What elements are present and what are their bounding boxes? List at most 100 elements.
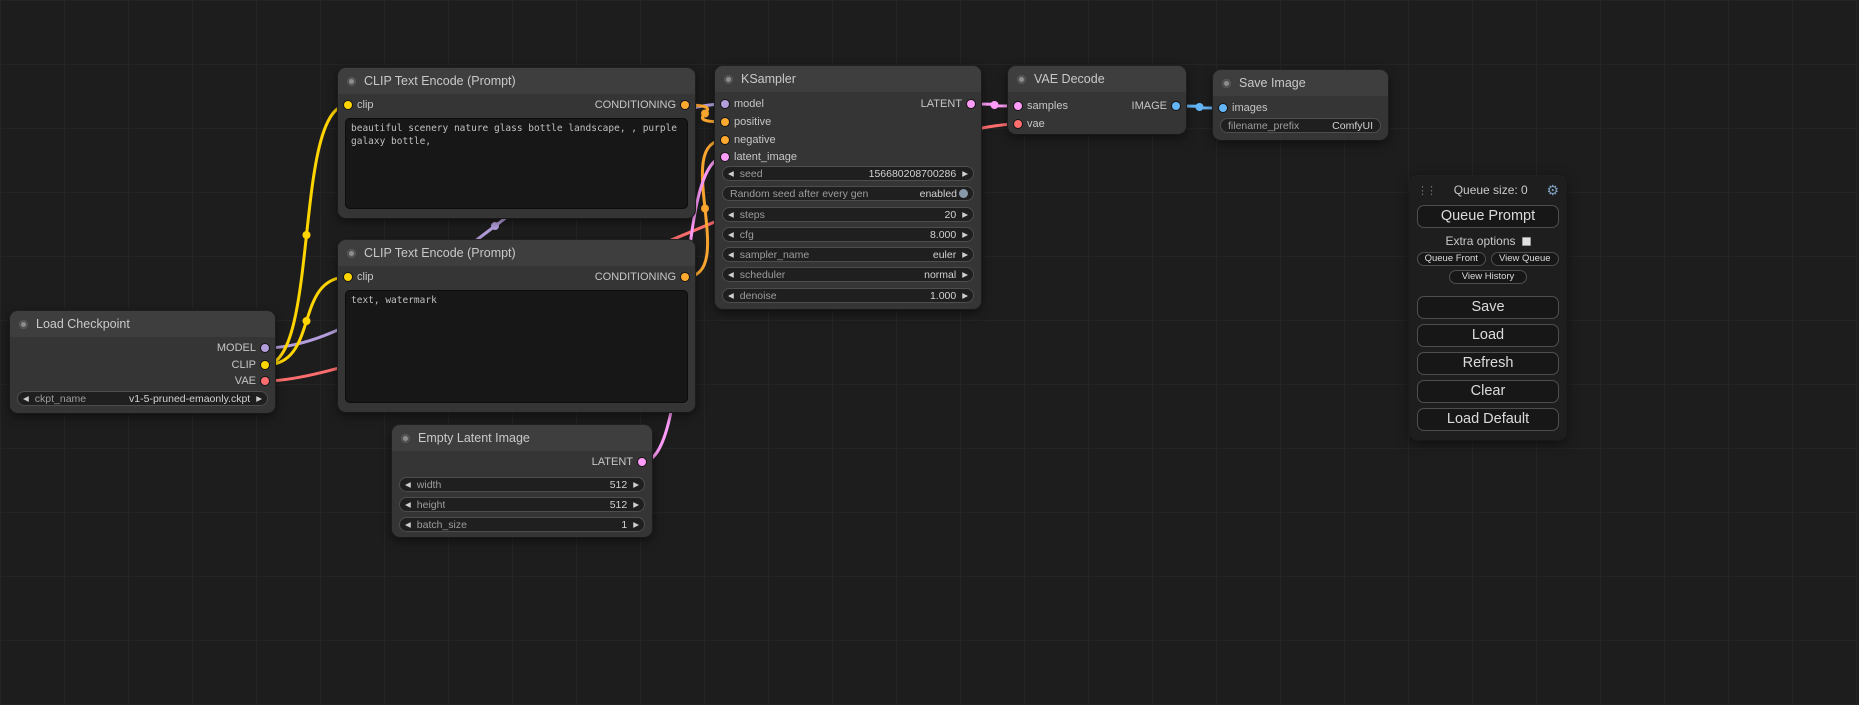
node-save-image[interactable]: Save Image images filename_prefix ComfyU… — [1213, 70, 1388, 140]
input-slot-positive[interactable]: positive — [721, 114, 771, 130]
input-slot-samples[interactable]: samples — [1014, 98, 1068, 114]
load-button[interactable]: Load — [1417, 324, 1559, 347]
latent-slot-dot[interactable] — [721, 153, 729, 161]
node-title-bar[interactable]: KSampler — [715, 66, 981, 92]
drag-handle-icon[interactable]: ⋮⋮ — [1417, 184, 1435, 197]
input-slot-latent-image[interactable]: latent_image — [721, 149, 797, 165]
left-arrow-icon[interactable]: ◀ — [23, 395, 29, 403]
output-slot-clip[interactable]: CLIP — [232, 357, 269, 373]
left-arrow-icon[interactable]: ◀ — [728, 231, 734, 239]
widget-denoise[interactable]: ◀ denoise 1.000 ▶ — [722, 288, 974, 303]
node-load-checkpoint[interactable]: Load Checkpoint MODEL CLIP VAE ◀ ckpt_na… — [10, 311, 275, 413]
image-slot-dot[interactable] — [1172, 102, 1180, 110]
graph-canvas[interactable]: Load Checkpoint MODEL CLIP VAE ◀ ckpt_na… — [0, 0, 1859, 705]
output-slot-image[interactable]: IMAGE — [1132, 98, 1180, 114]
queue-front-button[interactable]: Queue Front — [1417, 252, 1486, 266]
toggle-knob-icon[interactable] — [959, 189, 968, 198]
clear-button[interactable]: Clear — [1417, 380, 1559, 403]
clip-slot-dot[interactable] — [261, 361, 269, 369]
input-slot-negative[interactable]: negative — [721, 132, 776, 148]
right-arrow-icon[interactable]: ▶ — [962, 292, 968, 300]
collapse-toggle-icon[interactable] — [347, 249, 356, 258]
widget-width[interactable]: ◀ width 512 ▶ — [399, 477, 645, 492]
right-arrow-icon[interactable]: ▶ — [962, 271, 968, 279]
left-arrow-icon[interactable]: ◀ — [728, 211, 734, 219]
widget-cfg[interactable]: ◀ cfg 8.000 ▶ — [722, 227, 974, 242]
vae-slot-dot[interactable] — [261, 377, 269, 385]
left-arrow-icon[interactable]: ◀ — [405, 521, 411, 529]
conditioning-slot-dot[interactable] — [721, 118, 729, 126]
right-arrow-icon[interactable]: ▶ — [962, 231, 968, 239]
widget-scheduler[interactable]: ◀ scheduler normal ▶ — [722, 267, 974, 282]
collapse-toggle-icon[interactable] — [1222, 79, 1231, 88]
save-button[interactable]: Save — [1417, 296, 1559, 319]
widget-height[interactable]: ◀ height 512 ▶ — [399, 497, 645, 512]
node-vae-decode[interactable]: VAE Decode samples IMAGE vae — [1008, 66, 1186, 134]
conditioning-slot-dot[interactable] — [681, 101, 689, 109]
conditioning-slot-dot[interactable] — [681, 273, 689, 281]
settings-gear-icon[interactable]: ⚙ — [1546, 183, 1559, 197]
output-slot-conditioning[interactable]: CONDITIONING — [595, 97, 689, 113]
prompt-textarea[interactable]: beautiful scenery nature glass bottle la… — [345, 118, 688, 209]
node-title-bar[interactable]: CLIP Text Encode (Prompt) — [338, 68, 695, 94]
right-arrow-icon[interactable]: ▶ — [962, 211, 968, 219]
left-arrow-icon[interactable]: ◀ — [728, 170, 734, 178]
right-arrow-icon[interactable]: ▶ — [962, 170, 968, 178]
output-slot-conditioning[interactable]: CONDITIONING — [595, 269, 689, 285]
left-arrow-icon[interactable]: ◀ — [405, 481, 411, 489]
collapse-toggle-icon[interactable] — [1017, 75, 1026, 84]
view-history-button[interactable]: View History — [1449, 270, 1527, 284]
queue-prompt-button[interactable]: Queue Prompt — [1417, 205, 1559, 228]
right-arrow-icon[interactable]: ▶ — [633, 521, 639, 529]
latent-slot-dot[interactable] — [1014, 102, 1022, 110]
input-slot-vae[interactable]: vae — [1014, 116, 1045, 132]
collapse-toggle-icon[interactable] — [19, 320, 28, 329]
load-default-button[interactable]: Load Default — [1417, 408, 1559, 431]
node-title-bar[interactable]: Empty Latent Image — [392, 425, 652, 451]
output-slot-latent[interactable]: LATENT — [921, 96, 975, 112]
left-arrow-icon[interactable]: ◀ — [728, 251, 734, 259]
clip-slot-dot[interactable] — [344, 273, 352, 281]
refresh-button[interactable]: Refresh — [1417, 352, 1559, 375]
clip-slot-dot[interactable] — [344, 101, 352, 109]
node-title-bar[interactable]: Load Checkpoint — [10, 311, 275, 337]
output-slot-latent[interactable]: LATENT — [592, 454, 646, 470]
prompt-textarea[interactable]: text, watermark — [345, 290, 688, 403]
model-slot-dot[interactable] — [721, 100, 729, 108]
left-arrow-icon[interactable]: ◀ — [405, 501, 411, 509]
right-arrow-icon[interactable]: ▶ — [633, 481, 639, 489]
input-slot-model[interactable]: model — [721, 96, 764, 112]
node-clip-text-encode-negative[interactable]: CLIP Text Encode (Prompt) clip CONDITION… — [338, 240, 695, 412]
extra-options-checkbox[interactable] — [1522, 237, 1531, 246]
right-arrow-icon[interactable]: ▶ — [633, 501, 639, 509]
input-slot-images[interactable]: images — [1219, 100, 1267, 116]
collapse-toggle-icon[interactable] — [724, 75, 733, 84]
widget-filename-prefix[interactable]: filename_prefix ComfyUI — [1220, 118, 1381, 133]
view-queue-button[interactable]: View Queue — [1491, 252, 1560, 266]
image-slot-dot[interactable] — [1219, 104, 1227, 112]
node-ksampler[interactable]: KSampler model LATENT positive negative … — [715, 66, 981, 309]
widget-steps[interactable]: ◀ steps 20 ▶ — [722, 207, 974, 222]
node-empty-latent-image[interactable]: Empty Latent Image LATENT ◀ width 512 ▶ … — [392, 425, 652, 537]
collapse-toggle-icon[interactable] — [347, 77, 356, 86]
widget-seed[interactable]: ◀ seed 156680208700286 ▶ — [722, 166, 974, 181]
collapse-toggle-icon[interactable] — [401, 434, 410, 443]
input-slot-clip[interactable]: clip — [344, 97, 374, 113]
right-arrow-icon[interactable]: ▶ — [256, 395, 262, 403]
model-slot-dot[interactable] — [261, 344, 269, 352]
widget-random-seed-toggle[interactable]: Random seed after every gen enabled — [722, 186, 974, 201]
left-arrow-icon[interactable]: ◀ — [728, 292, 734, 300]
node-title-bar[interactable]: CLIP Text Encode (Prompt) — [338, 240, 695, 266]
latent-slot-dot[interactable] — [967, 100, 975, 108]
input-slot-clip[interactable]: clip — [344, 269, 374, 285]
vae-slot-dot[interactable] — [1014, 120, 1022, 128]
left-arrow-icon[interactable]: ◀ — [728, 271, 734, 279]
widget-ckpt-name[interactable]: ◀ ckpt_name v1-5-pruned-emaonly.ckpt ▶ — [17, 391, 268, 406]
conditioning-slot-dot[interactable] — [721, 136, 729, 144]
right-arrow-icon[interactable]: ▶ — [962, 251, 968, 259]
node-clip-text-encode-positive[interactable]: CLIP Text Encode (Prompt) clip CONDITION… — [338, 68, 695, 218]
widget-batch-size[interactable]: ◀ batch_size 1 ▶ — [399, 517, 645, 532]
node-title-bar[interactable]: Save Image — [1213, 70, 1388, 96]
output-slot-vae[interactable]: VAE — [235, 373, 269, 389]
node-title-bar[interactable]: VAE Decode — [1008, 66, 1186, 92]
